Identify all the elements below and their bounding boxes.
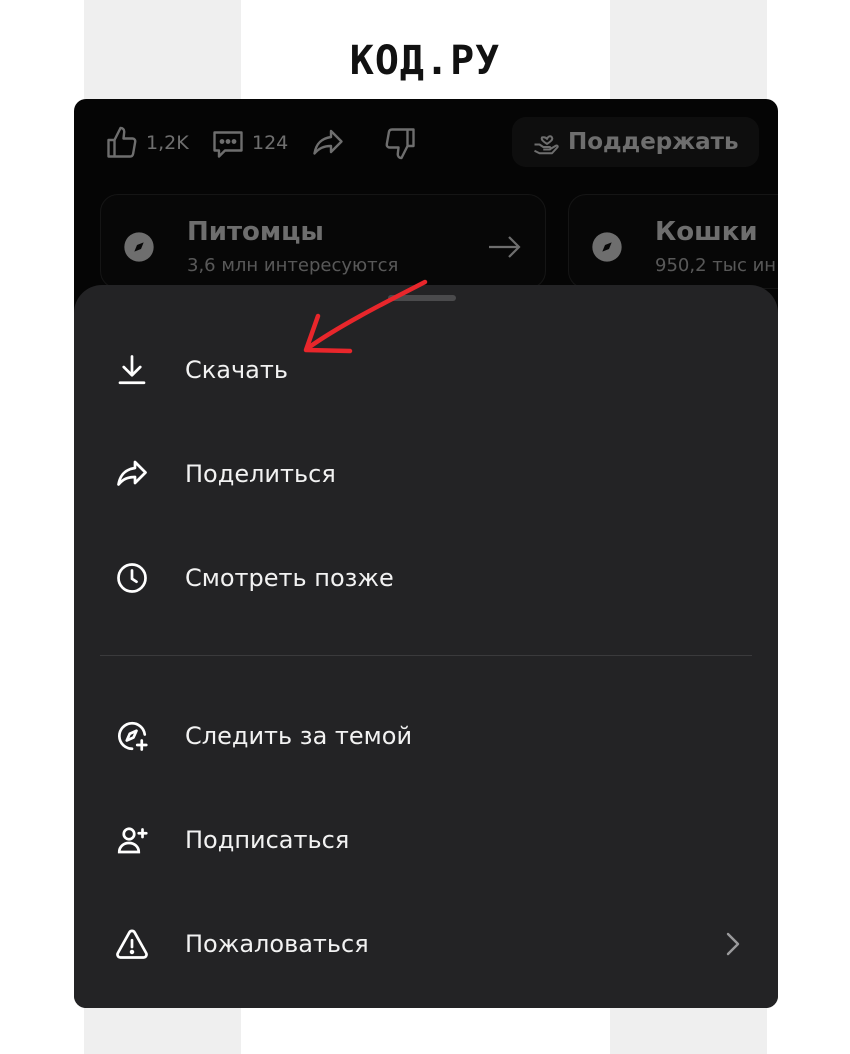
support-button[interactable]: Поддержать: [512, 117, 759, 167]
share-icon: [313, 129, 343, 155]
topic-subtitle: 3,6 млн интересуются: [187, 255, 399, 276]
menu-item-label: Пожаловаться: [185, 930, 369, 958]
menu-item-label: Следить за темой: [185, 722, 413, 750]
menu-item-label: Смотреть позже: [185, 564, 394, 592]
like-count: 1,2K: [146, 132, 189, 154]
topic-card-pets[interactable]: Питомцы 3,6 млн интересуются: [100, 194, 546, 289]
warning-icon: [114, 926, 150, 962]
menu-item-download[interactable]: Скачать: [74, 330, 778, 410]
hand-heart-icon: [534, 135, 559, 155]
thumbs-up-icon: [107, 126, 137, 158]
menu-item-report[interactable]: Пожаловаться: [74, 904, 778, 984]
clock-icon: [114, 560, 150, 596]
like-button[interactable]: 1,2K: [104, 125, 189, 161]
menu-item-follow-topic[interactable]: Следить за темой: [74, 696, 778, 776]
site-logo: КОД.РУ: [349, 38, 501, 84]
arrow-right-icon: [489, 236, 521, 258]
comments-button[interactable]: 124: [210, 125, 288, 161]
chevron-right-icon: [726, 932, 740, 956]
topic-subtitle: 950,2 тыс ин: [655, 255, 777, 276]
download-icon: [114, 352, 150, 388]
sheet-drag-handle[interactable]: [388, 295, 456, 301]
topic-name: Питомцы: [187, 217, 324, 247]
comment-icon: [213, 131, 243, 158]
topic-card-cats[interactable]: Кошки 950,2 тыс ин: [568, 194, 778, 289]
menu-item-label: Скачать: [185, 356, 288, 384]
menu-divider: [100, 655, 752, 656]
compass-plus-icon: [114, 718, 150, 754]
compass-icon: [124, 232, 154, 262]
phone-screen: 1,2K 124 Поддержать Питомцы 3,6 млн инте…: [74, 99, 778, 1008]
support-label: Поддержать: [568, 129, 739, 155]
menu-item-watch-later[interactable]: Смотреть позже: [74, 538, 778, 618]
dislike-button[interactable]: [382, 125, 418, 161]
comment-count: 124: [252, 132, 289, 154]
share-top-button[interactable]: [310, 125, 346, 161]
menu-item-share[interactable]: Поделиться: [74, 434, 778, 514]
menu-item-label: Поделиться: [185, 460, 336, 488]
user-plus-icon: [114, 822, 150, 858]
menu-item-subscribe[interactable]: Подписаться: [74, 800, 778, 880]
compass-icon: [592, 232, 622, 262]
thumbs-down-icon: [385, 128, 415, 160]
share-icon: [114, 456, 150, 492]
bottom-sheet-menu: Скачать Поделиться Смотреть позже Следит…: [74, 285, 778, 1008]
action-bar: 1,2K 124 Поддержать: [74, 117, 778, 167]
topic-name: Кошки: [655, 217, 758, 247]
menu-item-label: Подписаться: [185, 826, 350, 854]
